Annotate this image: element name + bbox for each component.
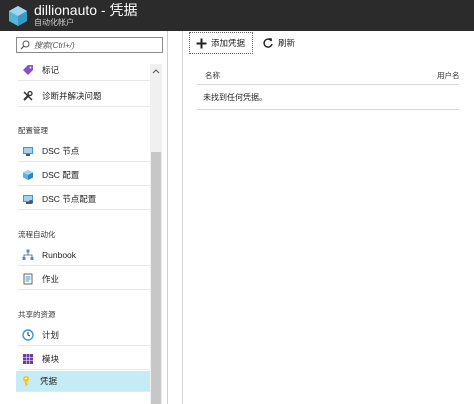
menu-item-credentials[interactable]: 凭据 bbox=[16, 371, 150, 392]
jobs-icon bbox=[22, 273, 34, 285]
menu-item-label: Runbook bbox=[42, 250, 77, 260]
section-shared-resources: 共享的资源 bbox=[18, 310, 56, 319]
menu-item-label: 模块 bbox=[42, 354, 60, 364]
grid-icon bbox=[22, 353, 34, 365]
menu-item-diagnose[interactable]: 诊断并解决问题 bbox=[18, 86, 150, 107]
menu-item-tags[interactable]: 标记 bbox=[18, 60, 150, 81]
menu-item-label: DSC 配置 bbox=[42, 170, 80, 180]
runbook-icon bbox=[22, 249, 34, 261]
menu-item-runbooks[interactable]: Runbook bbox=[18, 245, 150, 266]
wrench-icon bbox=[22, 90, 34, 102]
menu-item-modules[interactable]: 模块 bbox=[18, 349, 150, 370]
section-process-automation: 流程自动化 bbox=[18, 230, 56, 239]
menu-item-label: DSC 节点配置 bbox=[42, 194, 97, 204]
page-subtitle: 自动化帐户 bbox=[34, 18, 74, 27]
refresh-icon bbox=[262, 37, 274, 49]
add-credential-label: 添加凭据 bbox=[211, 38, 246, 48]
scrollbar-thumb[interactable] bbox=[151, 152, 161, 404]
command-bar: 添加凭据 刷新 bbox=[183, 31, 474, 55]
column-header-name[interactable]: 名称 bbox=[205, 70, 220, 81]
menu-item-dsc-node-configurations[interactable]: DSC 节点配置 bbox=[18, 189, 150, 210]
clock-icon bbox=[22, 329, 34, 341]
menu-item-jobs[interactable]: 作业 bbox=[18, 269, 150, 290]
page-title: dillionauto - 凭据 bbox=[34, 2, 138, 18]
section-config-management: 配置管理 bbox=[18, 126, 48, 135]
refresh-button[interactable]: 刷新 bbox=[257, 32, 307, 54]
key-icon bbox=[20, 375, 32, 387]
menu-item-label: 标记 bbox=[42, 65, 60, 75]
credentials-blade: 添加凭据 刷新 名称 用户名 未找到任何凭据。 bbox=[182, 31, 474, 404]
menu-item-label: 凭据 bbox=[40, 376, 58, 386]
search-icon bbox=[20, 40, 30, 50]
column-header-username[interactable]: 用户名 bbox=[437, 70, 460, 81]
menu-item-label: 计划 bbox=[42, 330, 60, 340]
menu-item-label: DSC 节点 bbox=[42, 146, 80, 156]
menu-scrollbar[interactable] bbox=[150, 64, 162, 404]
cube-icon bbox=[22, 169, 34, 181]
chevron-up-icon[interactable] bbox=[152, 68, 160, 74]
blade-header: dillionauto - 凭据 自动化帐户 bbox=[0, 0, 474, 31]
resource-menu: 标记 诊断并解决问题 配置管理 DSC 节点 DSC 配置 DSC bbox=[0, 31, 168, 404]
tag-icon bbox=[22, 64, 34, 76]
add-credential-button[interactable]: 添加凭据 bbox=[189, 32, 253, 54]
menu-search-box[interactable] bbox=[16, 37, 163, 53]
menu-item-label: 作业 bbox=[42, 274, 60, 284]
monitor-icon bbox=[22, 145, 34, 157]
plus-icon bbox=[195, 37, 207, 49]
refresh-label: 刷新 bbox=[278, 38, 296, 48]
menu-item-label: 诊断并解决问题 bbox=[42, 91, 102, 101]
automation-logo-icon bbox=[9, 6, 27, 26]
table-header: 名称 用户名 bbox=[197, 66, 460, 85]
monitor-config-icon bbox=[22, 193, 34, 205]
empty-message: 未找到任何凭据。 bbox=[203, 93, 267, 102]
menu-item-dsc-configurations[interactable]: DSC 配置 bbox=[18, 165, 150, 186]
menu-search-input[interactable] bbox=[34, 38, 158, 52]
menu-item-dsc-nodes[interactable]: DSC 节点 bbox=[18, 141, 150, 162]
empty-message-row: 未找到任何凭据。 bbox=[197, 85, 459, 110]
credentials-table: 名称 用户名 未找到任何凭据。 bbox=[197, 66, 460, 110]
menu-item-schedules[interactable]: 计划 bbox=[18, 325, 150, 346]
